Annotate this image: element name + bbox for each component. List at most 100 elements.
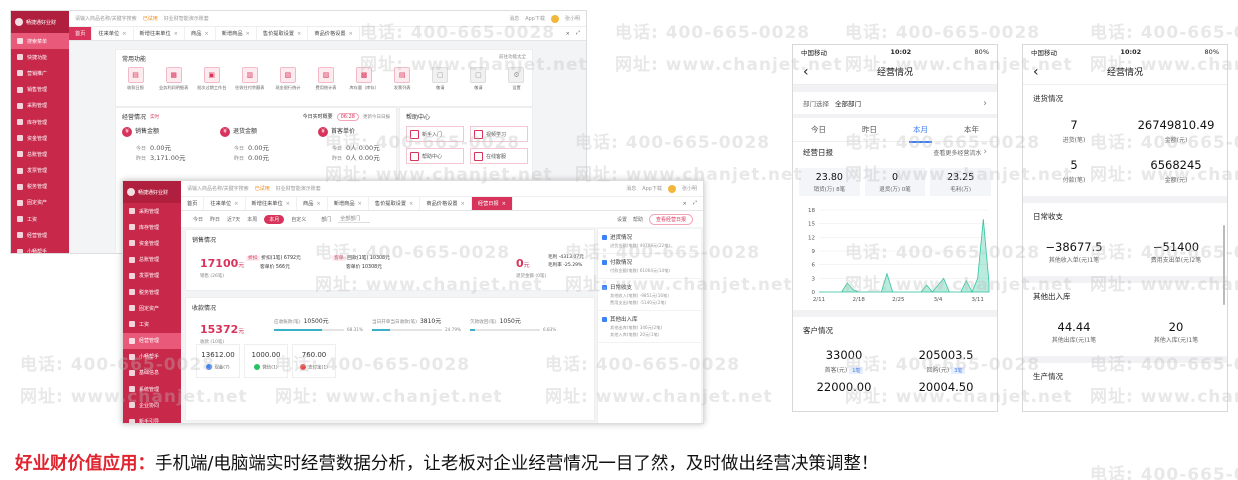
tab[interactable]: 新增商品 × bbox=[216, 27, 257, 40]
sidebar-item[interactable]: 销售管理 bbox=[11, 82, 69, 98]
daily-report-link[interactable]: 查看经营日报 bbox=[648, 213, 693, 225]
close-icon[interactable]: × bbox=[234, 201, 238, 207]
close-icon[interactable]: × bbox=[461, 201, 465, 207]
sidebar-item[interactable]: 经营管理 bbox=[11, 227, 69, 243]
sidebar-item[interactable]: 系统管理 bbox=[123, 381, 181, 397]
tab[interactable]: 新增往来单位 × bbox=[134, 27, 186, 40]
filter-action[interactable]: 帮助 bbox=[633, 216, 643, 223]
sidebar-item[interactable]: 快捷功能 bbox=[11, 49, 69, 65]
sidebar-item[interactable]: 固定资产 bbox=[123, 300, 181, 316]
function-shortcut[interactable]: ▤ 发票列表 bbox=[387, 67, 418, 91]
payment-tile[interactable]: 760.00 支付宝(1) bbox=[292, 344, 336, 378]
sidebar-item[interactable]: 新手引导 bbox=[123, 413, 181, 423]
close-icon[interactable]: × bbox=[246, 31, 250, 37]
function-shortcut[interactable]: ▤ 收款日报 bbox=[120, 67, 151, 91]
tab[interactable]: 往来单位 × bbox=[92, 27, 134, 40]
help-item[interactable]: 视频学习 bbox=[470, 126, 528, 142]
sidebar-item[interactable]: 总账管理 bbox=[11, 146, 69, 162]
tab[interactable]: 新增商品 × bbox=[328, 197, 369, 210]
trial-badge[interactable]: 已试用 bbox=[143, 15, 158, 22]
period-filter[interactable]: 近7天 bbox=[227, 216, 240, 223]
tab[interactable]: 商品价格设置 × bbox=[420, 197, 472, 210]
avatar[interactable] bbox=[550, 14, 559, 23]
period-tab[interactable]: 本月 bbox=[909, 120, 932, 143]
close-icon[interactable]: × bbox=[358, 201, 362, 207]
sidebar-item[interactable]: 基础信息 bbox=[123, 365, 181, 381]
dept-filter-select[interactable]: 全部部门 bbox=[338, 215, 371, 223]
period-filter[interactable]: 昨日 bbox=[210, 216, 220, 223]
tab[interactable]: 经营日报 × bbox=[471, 197, 514, 210]
sidebar-item[interactable]: 税务管理 bbox=[11, 179, 69, 195]
period-tab[interactable]: 昨日 bbox=[862, 120, 877, 139]
function-shortcut[interactable]: ▣ 批次过期工作台 bbox=[196, 67, 227, 91]
back-chevron-icon[interactable]: ‹ bbox=[1033, 64, 1039, 80]
all-functions-link[interactable]: 前往功能大全 bbox=[499, 54, 526, 63]
close-icon[interactable]: × bbox=[502, 201, 506, 207]
tab[interactable]: 售价提取设置 × bbox=[369, 197, 421, 210]
sidebar-item[interactable]: 税务管理 bbox=[123, 284, 181, 300]
sidebar-item[interactable]: 搜索菜单 bbox=[11, 33, 69, 50]
sidebar-item[interactable]: 总账管理 bbox=[123, 252, 181, 268]
refresh-link[interactable]: 更新今日日报 bbox=[363, 114, 390, 120]
user-name[interactable]: 张小明 bbox=[682, 185, 697, 192]
close-icon[interactable]: × bbox=[349, 31, 353, 37]
fullscreen-icon[interactable]: ⤢ bbox=[576, 30, 580, 37]
tab[interactable]: 首页 bbox=[69, 27, 93, 40]
payment-tile[interactable]: 13612.00 现金(7) bbox=[196, 344, 240, 378]
close-all-icon[interactable]: × bbox=[565, 31, 569, 37]
sidebar-item[interactable]: 工资 bbox=[123, 316, 181, 332]
app-download-button[interactable]: App下载 bbox=[642, 185, 662, 192]
close-icon[interactable]: × bbox=[286, 201, 290, 207]
trial-badge[interactable]: 已试用 bbox=[255, 185, 270, 192]
function-shortcut[interactable]: ▢ 敬请 bbox=[425, 67, 456, 91]
function-shortcut[interactable]: ▨ 费用统计表 bbox=[310, 67, 341, 91]
close-icon[interactable]: × bbox=[174, 31, 178, 37]
tab[interactable]: 往来单位 × bbox=[204, 197, 246, 210]
close-all-icon[interactable]: × bbox=[682, 201, 686, 207]
fullscreen-icon[interactable]: ⤢ bbox=[693, 200, 697, 207]
period-filter[interactable]: 本月 bbox=[264, 214, 285, 224]
close-icon[interactable]: × bbox=[297, 31, 301, 37]
sidebar-item[interactable]: 采购管理 bbox=[11, 98, 69, 114]
period-tab[interactable]: 本年 bbox=[964, 120, 979, 139]
sidebar-item[interactable]: 采购管理 bbox=[123, 203, 181, 219]
search-input[interactable]: 请输入商品名称/关键字搜索 bbox=[75, 15, 137, 22]
function-shortcut[interactable]: ▧ 现金银行统计 bbox=[272, 67, 303, 91]
sidebar-item[interactable]: 营销推广 bbox=[11, 65, 69, 81]
scrollbar[interactable] bbox=[1223, 225, 1225, 305]
dept-selector[interactable]: 部门选择 全部部门 › bbox=[793, 92, 997, 114]
tab[interactable]: 新增往来单位 × bbox=[246, 197, 298, 210]
function-shortcut[interactable]: ▩ 库存量（库存） bbox=[349, 67, 380, 91]
search-input[interactable]: 请输入商品名称/关键字搜索 bbox=[187, 185, 249, 192]
user-name[interactable]: 张小明 bbox=[565, 15, 580, 22]
help-item[interactable]: 在线客服 bbox=[470, 148, 528, 164]
sidebar-item[interactable]: 固定资产 bbox=[11, 195, 69, 211]
function-shortcut[interactable]: ▢ 敬请 bbox=[463, 67, 494, 91]
tab[interactable]: 商品 × bbox=[297, 197, 328, 210]
sidebar-item[interactable]: 库存管理 bbox=[123, 219, 181, 235]
period-filter[interactable]: 本周 bbox=[247, 216, 257, 223]
app-download-button[interactable]: App下载 bbox=[525, 15, 545, 22]
sidebar-item[interactable]: 资金管理 bbox=[11, 130, 69, 146]
function-shortcut[interactable]: ▦ 业务利润明细表 bbox=[158, 67, 189, 91]
tab[interactable]: 商品价格设置 × bbox=[308, 27, 360, 40]
sidebar-item[interactable]: 工资 bbox=[11, 211, 69, 227]
sidebar-item[interactable]: 小畅帮手 bbox=[123, 349, 181, 365]
function-shortcut[interactable]: ⚙ 设置 bbox=[501, 67, 532, 91]
avatar[interactable] bbox=[667, 184, 676, 193]
help-item[interactable]: 帮助中心 bbox=[406, 148, 464, 164]
close-icon[interactable]: × bbox=[122, 31, 126, 37]
sidebar-item[interactable]: 小畅帮手 bbox=[11, 243, 69, 253]
sidebar-item[interactable]: 资金管理 bbox=[123, 235, 181, 251]
close-icon[interactable]: × bbox=[409, 201, 413, 207]
function-shortcut[interactable]: ▥ 往收往付余额表 bbox=[234, 67, 265, 91]
more-flows-link[interactable]: 查看更多经营流水 bbox=[933, 148, 981, 157]
payment-tile[interactable]: 1000.00 微信(1) bbox=[244, 344, 288, 378]
back-chevron-icon[interactable]: ‹ bbox=[803, 64, 809, 80]
help-item[interactable]: 新手入门 bbox=[406, 126, 464, 142]
sidebar-item[interactable]: 经营管理 bbox=[123, 332, 181, 349]
message-button[interactable]: 消息 bbox=[509, 15, 519, 22]
period-filter[interactable]: 自定义 bbox=[291, 216, 306, 223]
sidebar-item[interactable]: 发票管理 bbox=[11, 163, 69, 179]
period-tab[interactable]: 今日 bbox=[811, 120, 826, 139]
